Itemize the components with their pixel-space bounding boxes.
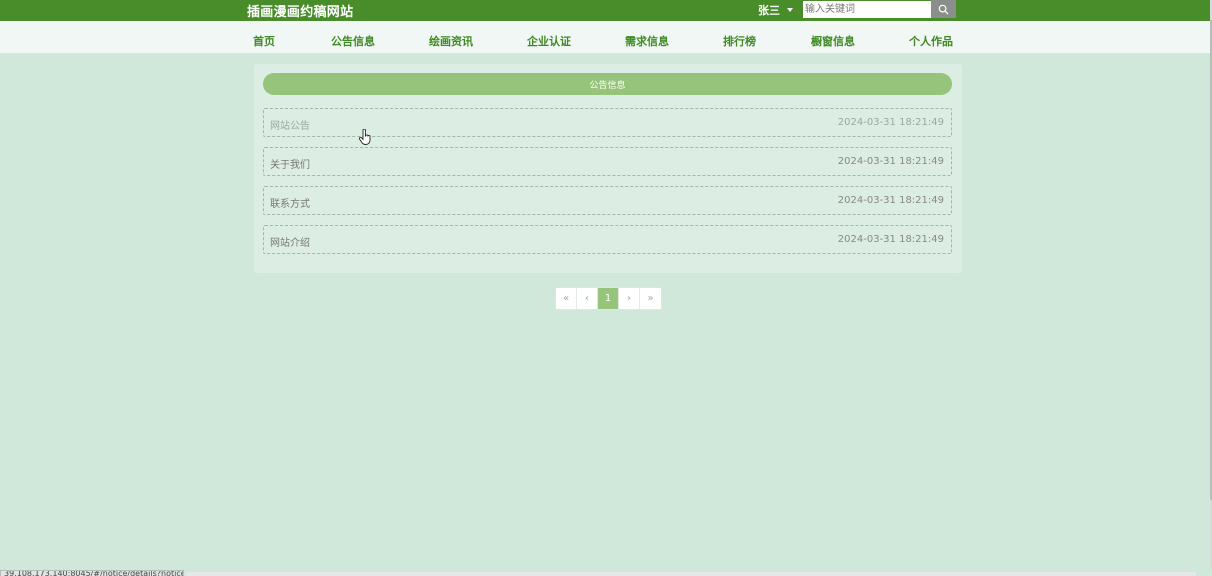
caret-down-icon[interactable] <box>787 8 793 12</box>
first-page-button[interactable]: « <box>556 288 577 309</box>
top-bar: 插画漫画约稿网站 张三 <box>0 0 1210 21</box>
main-nav: 首页 公告信息 绘画资讯 企业认证 需求信息 排行榜 橱窗信息 个人作品 <box>0 21 1210 54</box>
notice-date: 2024-03-31 18:21:49 <box>837 156 944 167</box>
notice-date: 2024-03-31 18:21:49 <box>837 234 944 245</box>
prev-page-button[interactable]: ‹ <box>577 288 598 309</box>
notice-title[interactable]: 网站介绍 <box>270 234 310 249</box>
nav-item-requests[interactable]: 需求信息 <box>625 33 669 49</box>
nav-item-home[interactable]: 首页 <box>253 33 275 49</box>
search-icon <box>938 4 949 15</box>
search-button[interactable] <box>931 0 956 18</box>
notice-title[interactable]: 关于我们 <box>270 156 310 171</box>
nav-item-notices[interactable]: 公告信息 <box>331 33 375 49</box>
status-bar-url: 39.108.173.140:8045/#/notice/details?not… <box>0 570 184 576</box>
site-title[interactable]: 插画漫画约稿网站 <box>247 1 353 20</box>
user-menu-dropdown[interactable]: 张三 <box>758 2 793 18</box>
nav-item-showcase[interactable]: 橱窗信息 <box>811 33 855 49</box>
notice-panel: 公告信息 网站公告 2024-03-31 18:21:49 关于我们 2024-… <box>254 64 962 273</box>
nav-item-art-news[interactable]: 绘画资讯 <box>429 33 473 49</box>
hand-pointer-icon <box>359 129 371 145</box>
notice-row[interactable]: 联系方式 2024-03-31 18:21:49 <box>263 186 952 215</box>
nav-item-company-verification[interactable]: 企业认证 <box>527 33 571 49</box>
page-1-button[interactable]: 1 <box>598 288 619 309</box>
notice-row[interactable]: 网站介绍 2024-03-31 18:21:49 <box>263 225 952 254</box>
notice-date: 2024-03-31 18:21:49 <box>837 195 944 206</box>
nav-item-personal-works[interactable]: 个人作品 <box>909 33 953 49</box>
next-page-button[interactable]: › <box>619 288 640 309</box>
notice-row[interactable]: 关于我们 2024-03-31 18:21:49 <box>263 147 952 176</box>
notice-title[interactable]: 联系方式 <box>270 195 310 210</box>
horizontal-scrollbar[interactable] <box>186 572 1196 576</box>
nav-item-ranking[interactable]: 排行榜 <box>723 33 756 49</box>
search-input[interactable] <box>803 1 931 18</box>
notice-title[interactable]: 网站公告 <box>270 117 310 132</box>
user-name[interactable]: 张三 <box>758 2 780 18</box>
notice-date: 2024-03-31 18:21:49 <box>837 117 944 128</box>
pagination: « ‹ 1 › » <box>555 287 662 310</box>
panel-title: 公告信息 <box>263 73 952 95</box>
last-page-button[interactable]: » <box>640 288 661 309</box>
